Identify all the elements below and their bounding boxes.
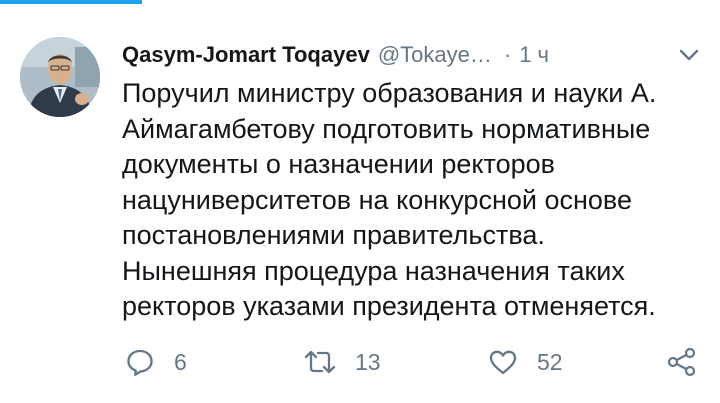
tweet-actions-bar: 6 13 52 (0, 340, 720, 384)
reply-count: 6 (174, 348, 187, 375)
heart-icon (487, 346, 519, 378)
share-button[interactable] (665, 346, 699, 378)
like-button[interactable]: 52 (487, 346, 563, 378)
avatar[interactable] (20, 37, 100, 117)
chevron-down-icon[interactable] (676, 42, 702, 68)
reply-button[interactable]: 6 (124, 346, 187, 378)
tweet-text-line: Нынешняя процедура назначения таких (122, 255, 625, 286)
tweet-text-line: нацуниверситетов на конкурсной основе (122, 184, 632, 215)
reply-bubble-icon (124, 346, 156, 378)
author-name[interactable]: Qasym-Jomart Toqayev (122, 42, 370, 68)
tweet-header: Qasym-Jomart Toqayev @Tokaye… · 1 ч (122, 38, 702, 72)
tweet-text-line: Аймагамбетову подготовить нормативные (122, 113, 651, 144)
avatar-image (20, 37, 100, 117)
retweet-button[interactable]: 13 (303, 346, 381, 378)
tweet-text-line: ректоров указами президента отменяется. (122, 291, 656, 321)
tweet-page: Qasym-Jomart Toqayev @Tokaye… · 1 ч Пору… (0, 0, 720, 403)
tweet-text: Поручил министру образования и науки А. … (122, 76, 702, 325)
tweet-text-line: Поручил министру образования и науки А. (122, 78, 657, 108)
retweet-count: 13 (355, 348, 381, 375)
top-tab-indicator-track (0, 0, 720, 6)
author-handle[interactable]: @Tokaye… (378, 42, 492, 68)
top-tab-indicator-active (0, 0, 142, 4)
header-separator: · (503, 42, 512, 67)
share-icon (665, 346, 699, 378)
tweet-text-line: постановлениями правительства. (122, 220, 545, 250)
tweet-timestamp[interactable]: 1 ч (519, 42, 549, 68)
tweet-text-line: документы о назначении ректоров (122, 149, 555, 179)
retweet-icon (303, 346, 337, 378)
like-count: 52 (537, 348, 563, 375)
